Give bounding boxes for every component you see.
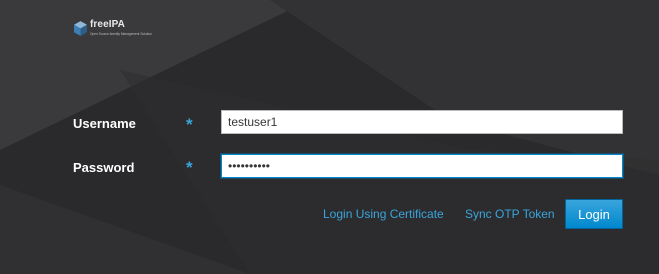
sync-otp-link[interactable]: Sync OTP Token — [465, 207, 555, 221]
freeipa-logo-icon — [74, 21, 87, 36]
login-button[interactable]: Login — [565, 199, 623, 229]
brand-name: freeIPA — [90, 19, 125, 30]
password-required-marker: * — [186, 158, 193, 177]
brand-text: freeIPA Open Source Identity Management … — [90, 20, 152, 36]
password-field[interactable] — [221, 154, 623, 178]
brand-header: freeIPA Open Source Identity Management … — [74, 20, 152, 36]
username-field[interactable] — [221, 110, 623, 134]
username-required-marker: * — [186, 115, 193, 134]
brand-tagline: Open Source Identity Management Solution — [90, 32, 152, 36]
login-certificate-link[interactable]: Login Using Certificate — [323, 207, 444, 221]
login-page: freeIPA Open Source Identity Management … — [0, 0, 659, 274]
background-shapes — [0, 0, 659, 274]
password-label: Password — [73, 160, 135, 175]
username-label: Username — [73, 116, 136, 131]
